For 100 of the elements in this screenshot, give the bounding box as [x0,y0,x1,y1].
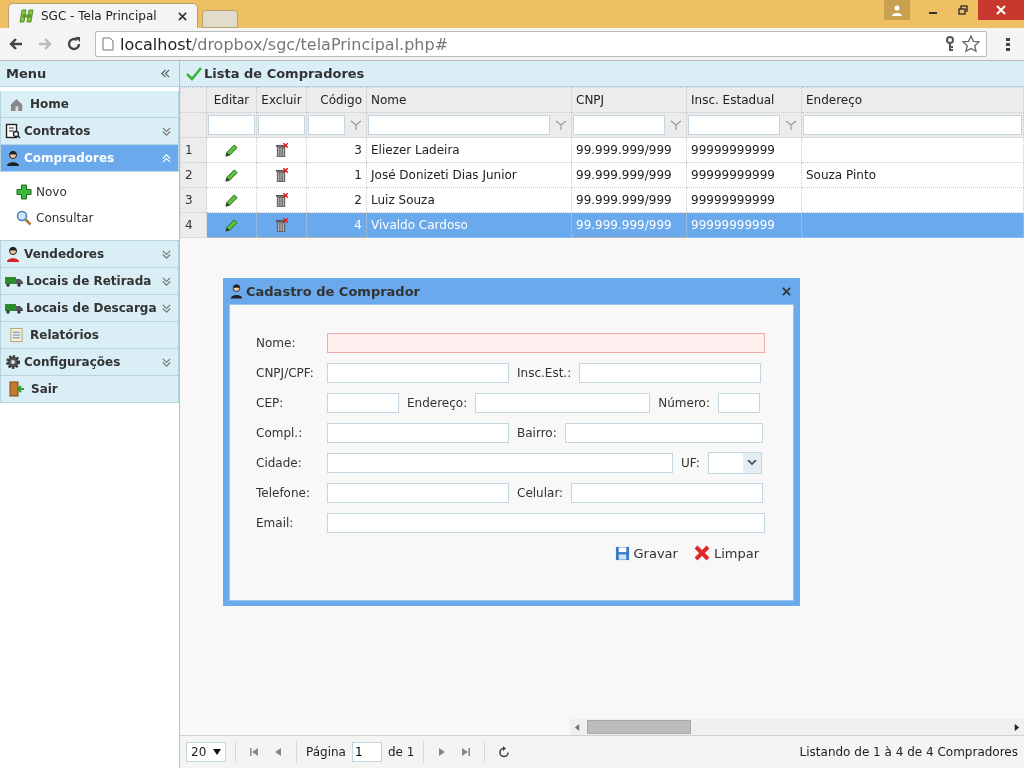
input-field[interactable] [327,363,509,383]
filter-field[interactable] [573,115,665,135]
previous-page-icon[interactable] [273,747,283,757]
select-field[interactable] [707,452,762,474]
forward-icon[interactable] [37,36,53,52]
close-icon[interactable] [782,286,791,296]
input-field[interactable] [717,393,760,413]
input-field[interactable] [327,483,509,503]
scrollbar-thumb[interactable] [587,720,691,734]
field-label: Compl.: [256,426,304,440]
table-cell: Souza Pinto [801,162,1024,188]
column-header[interactable]: Excluir [256,87,307,113]
column-header[interactable]: CNPJ [571,87,687,113]
scroll-right-icon[interactable] [1013,723,1020,731]
trash-icon[interactable] [275,217,288,233]
menu-item-label: Relatórios [30,328,100,342]
expand-chevron-icon[interactable] [161,302,172,314]
table-row[interactable]: 2 1 José Donizeti Dias Junior 99.999.999/999 99999999999 Souza Pinto [180,162,1024,188]
page-number-field[interactable]: 1 [351,742,382,762]
column-header[interactable]: Editar [206,87,257,113]
input-field[interactable] [579,363,762,383]
filter-icon[interactable] [555,119,567,131]
pencil-icon[interactable] [224,142,239,158]
filter-icon[interactable] [785,119,797,131]
key-icon[interactable] [944,36,956,52]
menu-item[interactable]: Relatórios [0,322,179,349]
filter-field[interactable] [803,115,1022,135]
row-number: 3 [180,187,207,213]
input-field[interactable] [564,423,763,443]
column-header[interactable]: Código [306,87,367,113]
refresh-icon[interactable] [498,746,511,758]
menu-item[interactable]: Vendedores [0,241,179,268]
star-icon[interactable] [962,35,980,53]
checkmark-icon [186,66,202,81]
page-size-select[interactable]: 20 [186,742,226,762]
field-label: UF: [681,456,700,470]
column-header[interactable]: Nome [366,87,572,113]
pencil-icon[interactable] [224,167,239,183]
table-row[interactable]: 3 2 Luiz Souza 99.999.999/999 99999999999 [180,187,1024,213]
input-field[interactable] [327,513,765,533]
expand-chevron-icon[interactable] [161,356,172,368]
page-label: Página [306,745,346,759]
field-label: CEP: [256,396,285,410]
menu-item[interactable]: Locais de Descarga [0,295,179,322]
input-field[interactable] [327,453,673,473]
column-header[interactable]: Endereço [801,87,1024,113]
back-icon[interactable] [8,36,24,52]
trash-icon[interactable] [275,192,288,208]
user-icon[interactable] [884,0,910,20]
menu-item[interactable]: Configurações [0,349,179,376]
field-label: Número: [658,396,710,410]
table-row[interactable]: 4 4 Vivaldo Cardoso 99.999.999/999 99999999999 [180,212,1024,238]
new-tab-button[interactable] [202,10,238,28]
reload-icon[interactable] [66,36,82,52]
submenu-item[interactable]: Novo [16,184,179,200]
menu-item[interactable]: Locais de Retirada [0,268,179,295]
expand-chevron-icon[interactable] [161,125,172,137]
menu-item[interactable]: Home [0,91,179,118]
input-field[interactable] [327,393,399,413]
browser-tab[interactable]: SGC - Tela Principal [8,3,198,28]
trash-icon[interactable] [275,167,288,183]
filter-field[interactable] [308,115,345,135]
input-field[interactable] [475,393,651,413]
filter-field[interactable] [208,115,255,135]
house-icon [9,96,24,112]
field-label: Endereço: [407,396,468,410]
expand-chevron-icon[interactable] [161,248,172,260]
input-field[interactable] [327,423,509,443]
table-cell: 99.999.999/999 [571,137,687,163]
collapse-chevron-icon[interactable] [161,152,172,164]
collapse-icon[interactable] [160,68,171,79]
panel-title: Lista de Compradores [204,66,365,81]
filter-field[interactable] [688,115,780,135]
menu-item[interactable]: Contratos [0,118,179,145]
table-row[interactable]: 1 3 Eliezer Ladeira 99.999.999/999 99999999999 [180,137,1024,163]
input-field[interactable] [571,483,764,503]
trash-icon[interactable] [275,142,288,158]
pencil-icon[interactable] [224,217,239,233]
submenu-item[interactable]: Consultar [16,210,179,226]
save-button[interactable]: Gravar [614,545,678,561]
address-bar[interactable]: localhost/dropbox/sgc/telaPrincipal.php# [95,31,987,57]
filter-field[interactable] [368,115,550,135]
first-page-icon[interactable] [249,747,259,757]
pencil-icon[interactable] [224,192,239,208]
menu-item-label: Locais de Retirada [26,274,153,288]
column-header[interactable]: Insc. Estadual [686,87,802,113]
clear-button[interactable]: Limpar [693,545,759,561]
close-icon[interactable] [178,11,187,21]
menu-item[interactable]: Sair [0,376,179,403]
horizontal-scrollbar[interactable] [570,719,1024,735]
scroll-left-icon[interactable] [574,723,581,731]
last-page-icon[interactable] [461,747,472,757]
filter-icon[interactable] [670,119,682,131]
truck-icon [5,275,23,287]
expand-chevron-icon[interactable] [161,275,172,287]
filter-icon[interactable] [350,119,362,131]
field-label: Cidade: [256,456,303,470]
close-window-icon[interactable] [978,0,1024,20]
input-field[interactable] [327,333,765,353]
filter-field[interactable] [258,115,305,135]
